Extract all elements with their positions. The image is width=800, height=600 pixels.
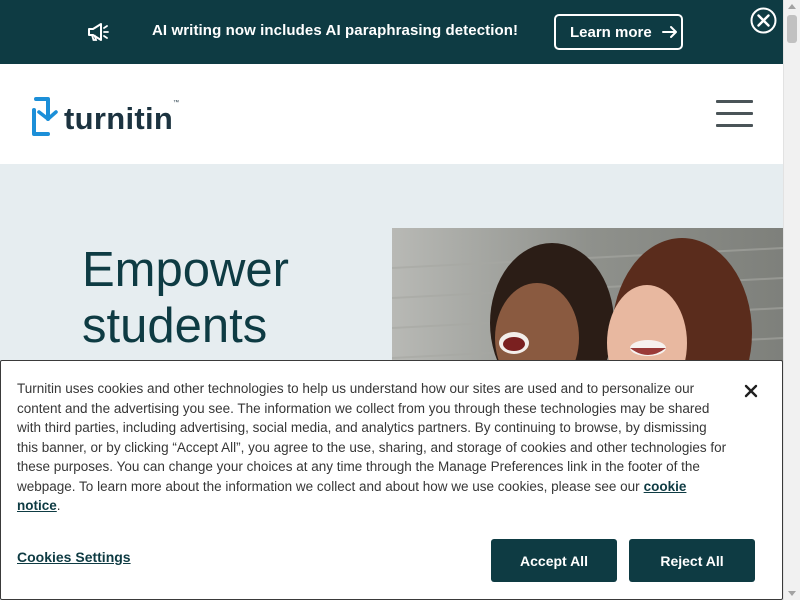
close-announcement-icon[interactable]	[750, 7, 777, 34]
cookie-trailing: .	[56, 498, 61, 513]
logo-trademark: ™	[173, 100, 180, 106]
scroll-thumb[interactable]	[787, 15, 797, 43]
reject-all-button[interactable]: Reject All	[629, 539, 755, 582]
cookie-body: Turnitin uses cookies and other technolo…	[17, 381, 727, 494]
logo-wordmark: turnitin	[64, 100, 174, 136]
turnitin-logo-mark-icon	[32, 97, 58, 136]
turnitin-logo[interactable]: turnitin ™	[30, 96, 179, 140]
scroll-up-icon[interactable]	[788, 4, 796, 9]
hero-title: Empower students	[82, 242, 362, 354]
cookie-banner-text: Turnitin uses cookies and other technolo…	[17, 379, 731, 516]
site-header: turnitin ™	[0, 64, 783, 164]
close-icon[interactable]	[743, 383, 759, 399]
cookies-settings-link[interactable]: Cookies Settings	[17, 549, 131, 565]
learn-more-label: Learn more	[570, 23, 652, 41]
hero-title-line1: Empower	[82, 243, 289, 297]
arrow-right-icon	[661, 25, 678, 39]
announcement-text: AI writing now includes AI paraphrasing …	[152, 22, 519, 39]
hamburger-icon[interactable]	[716, 100, 754, 128]
megaphone-icon	[88, 23, 109, 41]
accept-all-button[interactable]: Accept All	[491, 539, 617, 582]
page-scrollbar[interactable]	[783, 0, 800, 600]
scroll-down-icon[interactable]	[788, 591, 796, 596]
learn-more-button[interactable]: Learn more	[554, 14, 683, 50]
hero-title-line2: students	[82, 299, 268, 353]
announcement-bar: AI writing now includes AI paraphrasing …	[0, 0, 783, 64]
cookie-banner: Turnitin uses cookies and other technolo…	[0, 360, 783, 600]
